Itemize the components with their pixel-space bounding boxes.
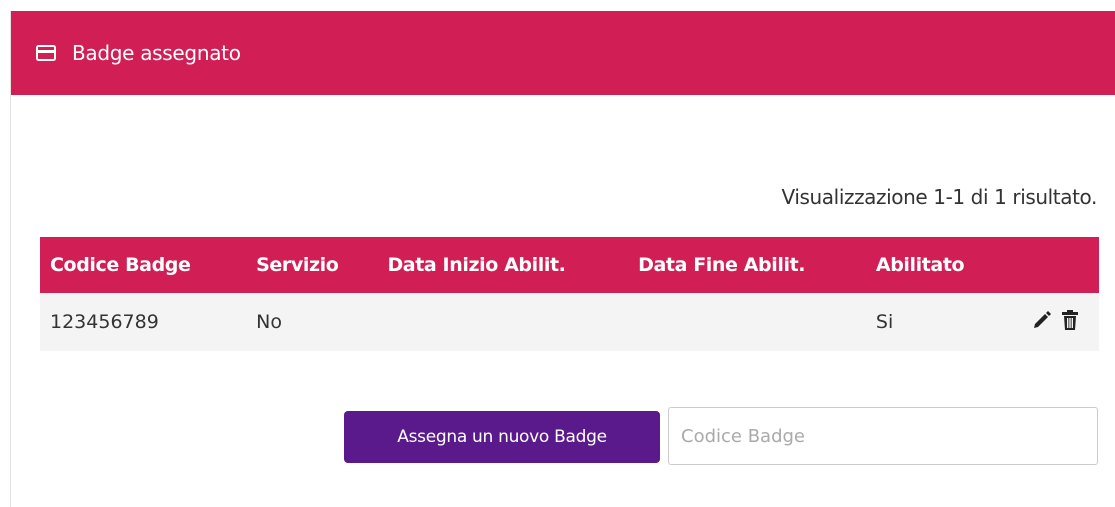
badge-code-input[interactable] (668, 407, 1098, 465)
badge-panel: Badge assegnato Visualizzazione 1-1 di 1… (10, 11, 1115, 507)
cell-end-date (628, 293, 866, 351)
cell-code: 123456789 (40, 293, 247, 351)
panel-title: Badge assegnato (72, 41, 241, 65)
table-row: 123456789 No Si (40, 293, 1099, 351)
column-header-actions (1021, 237, 1099, 293)
cell-enabled: Si (865, 293, 1022, 351)
column-header-enabled[interactable]: Abilitato (865, 237, 1022, 293)
cell-actions (1021, 293, 1099, 351)
column-header-end-date[interactable]: Data Fine Abilit. (628, 237, 866, 293)
table-header-row: Codice Badge Servizio Data Inizio Abilit… (40, 237, 1099, 293)
badge-table: Codice Badge Servizio Data Inizio Abilit… (40, 237, 1099, 351)
cell-start-date (377, 293, 629, 351)
column-header-service[interactable]: Servizio (246, 237, 378, 293)
pencil-icon[interactable] (1032, 310, 1052, 335)
panel-header: Badge assegnato (11, 11, 1115, 95)
column-header-code[interactable]: Codice Badge (40, 237, 247, 293)
trash-icon[interactable] (1061, 309, 1079, 336)
column-header-start-date[interactable]: Data Inizio Abilit. (377, 237, 629, 293)
credit-card-icon (36, 45, 56, 61)
cell-service: No (246, 293, 378, 351)
assign-new-badge-button[interactable]: Assegna un nuovo Badge (344, 411, 660, 463)
results-summary: Visualizzazione 1-1 di 1 risultato. (781, 185, 1098, 209)
